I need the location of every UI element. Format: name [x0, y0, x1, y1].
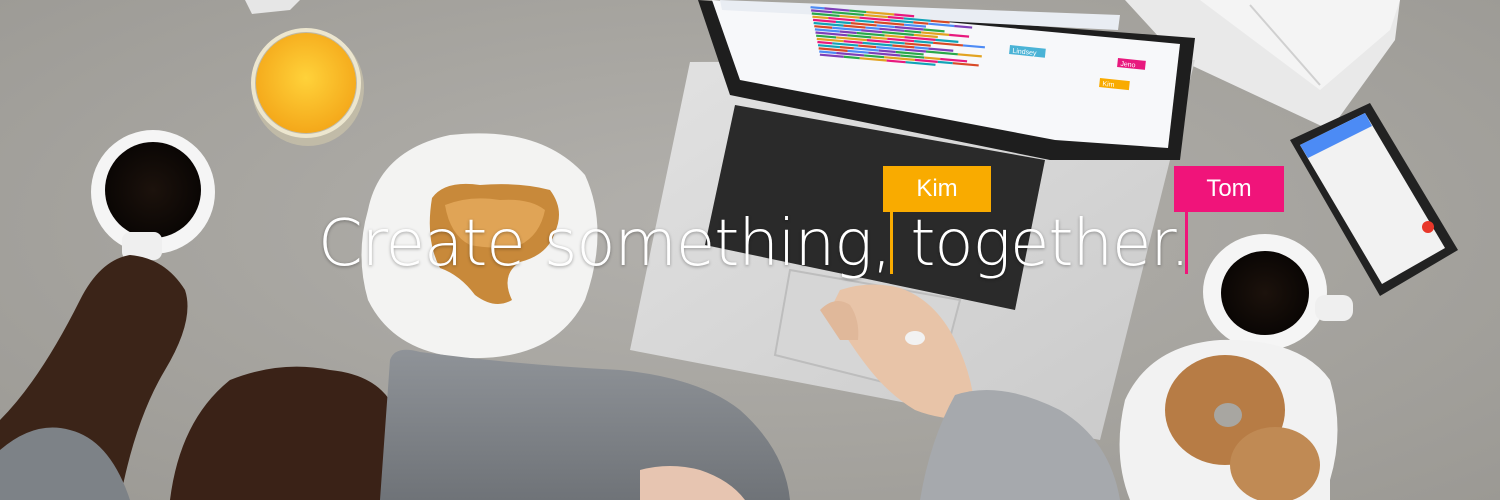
paper-corner: [245, 0, 300, 14]
coffee-cup-left: [91, 130, 215, 260]
juice-glass: [251, 28, 364, 146]
screen-tag-label: Kim: [1102, 81, 1115, 89]
center-sleeve: [380, 349, 790, 500]
left-person-arm: [0, 255, 400, 500]
kim-cursor-line: [890, 212, 893, 274]
tom-cursor-flag: Tom: [1174, 166, 1284, 212]
coffee-cup-right: [1203, 234, 1353, 350]
tom-cursor-line: [1185, 212, 1188, 274]
headline: Create something, together.: [318, 207, 1190, 281]
kim-cursor-flag: Kim: [883, 166, 991, 212]
photo-scene: Lindsey Jeno Kim Create something, toget…: [0, 0, 1500, 500]
plate-bagel: [1119, 339, 1338, 500]
